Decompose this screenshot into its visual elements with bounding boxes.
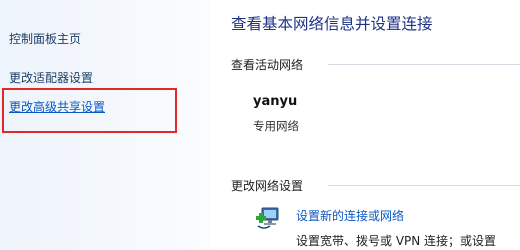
change-network-settings-heading: 更改网络设置	[231, 179, 304, 193]
sidebar-item-change-adapter-settings[interactable]: 更改适配器设置	[9, 69, 93, 86]
sidebar: 控制面板主页 更改适配器设置 更改高级共享设置	[0, 0, 210, 250]
setup-new-connection-link[interactable]: 设置新的连接或网络	[296, 207, 404, 224]
page-title: 查看基本网络信息并设置连接	[231, 15, 433, 33]
network-setup-icon[interactable]	[254, 204, 282, 232]
sidebar-item-control-panel-home[interactable]: 控制面板主页	[9, 30, 81, 47]
active-networks-heading: 查看活动网络	[231, 58, 304, 72]
setup-connection-description: 设置宽带、拨号或 VPN 连接；或设置	[296, 234, 497, 248]
section-divider	[328, 64, 520, 65]
main-content: 查看基本网络信息并设置连接 查看活动网络 yanyu 专用网络 更改网络设置 设…	[210, 0, 520, 250]
network-name: yanyu	[253, 94, 298, 109]
network-type: 专用网络	[253, 119, 299, 133]
section-divider	[328, 185, 520, 186]
highlight-annotation-box	[2, 88, 177, 133]
